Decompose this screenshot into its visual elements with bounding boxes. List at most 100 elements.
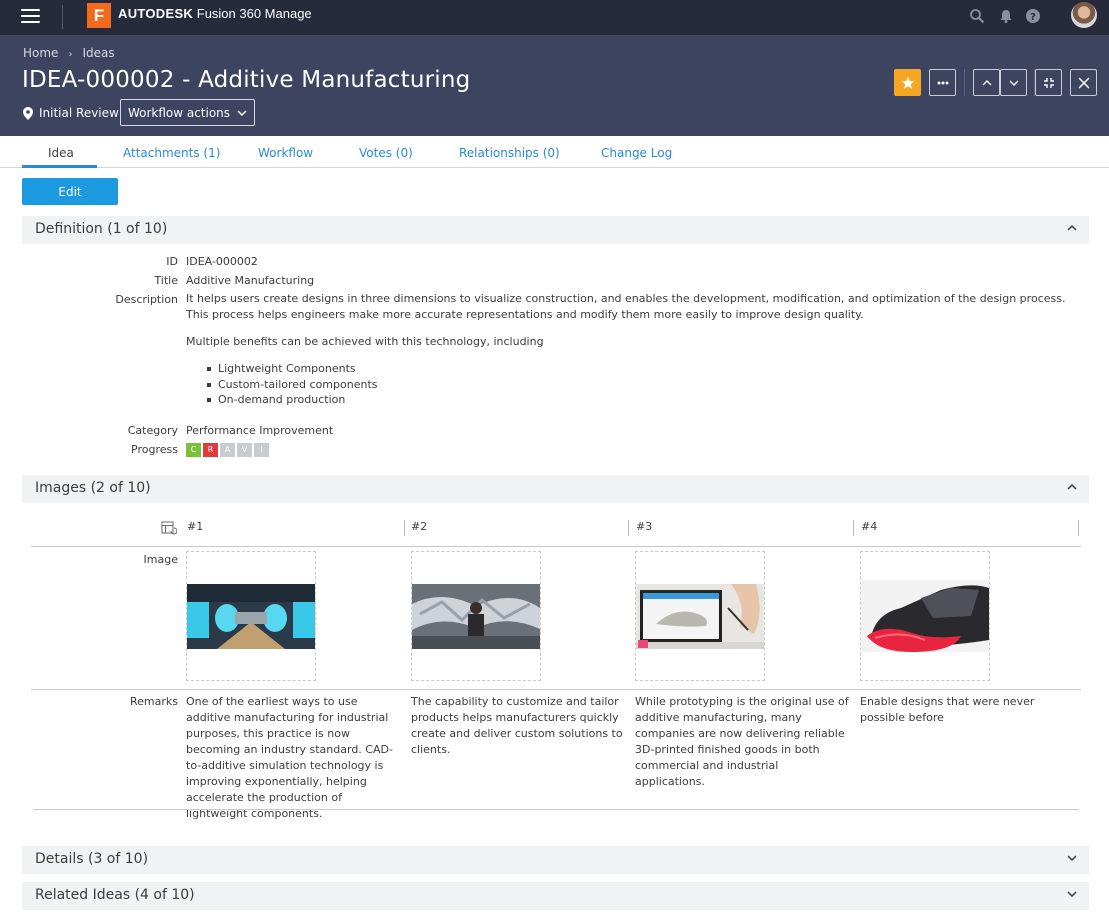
- list-item: On-demand production: [206, 392, 1066, 408]
- description-paragraph: It helps users create designs in three d…: [186, 292, 1066, 321]
- row-divider: [31, 689, 1081, 690]
- section-title: Details (3 of 10): [35, 851, 149, 867]
- next-record-button[interactable]: [1000, 69, 1027, 96]
- svg-text:?: ?: [1030, 12, 1036, 23]
- workflow-state: Initial Review: [23, 106, 119, 120]
- section-definition[interactable]: Definition (1 of 10): [22, 216, 1089, 244]
- section-images[interactable]: Images (2 of 10): [22, 475, 1089, 503]
- section-related-ideas[interactable]: Related Ideas (4 of 10): [22, 882, 1089, 910]
- previous-record-button[interactable]: [973, 69, 1000, 96]
- column-divider: [404, 520, 405, 536]
- collapse-view-button[interactable]: [1035, 69, 1062, 96]
- image-remark: Enable designs that were never possible …: [860, 695, 1035, 724]
- chevron-down-icon: [237, 109, 247, 116]
- tab-relationships[interactable]: Relationships (0): [459, 146, 560, 160]
- image-remark: The capability to customize and tailor p…: [411, 695, 623, 756]
- image-remark: While prototyping is the original use of…: [635, 695, 849, 788]
- product-image: [412, 584, 540, 649]
- column-divider: [628, 520, 629, 536]
- image-remark: One of the earliest ways to use additive…: [186, 695, 393, 820]
- favorite-button[interactable]: [894, 69, 921, 96]
- app-logo[interactable]: F: [87, 3, 111, 28]
- tab-workflow[interactable]: Workflow: [258, 146, 313, 160]
- field-value-category: Performance Improvement: [186, 424, 334, 437]
- row-label-image: Image: [143, 553, 178, 566]
- chevron-right-icon: ›: [68, 49, 73, 60]
- description-paragraph: Multiple benefits can be achieved with t…: [186, 335, 544, 348]
- column-header: #4: [861, 520, 878, 533]
- product-image: [861, 580, 989, 652]
- progress-step: V: [237, 443, 252, 457]
- row-divider: [33, 809, 1079, 810]
- column-header: #3: [636, 520, 653, 533]
- progress-step: C: [186, 443, 201, 457]
- divider: [964, 69, 965, 96]
- breadcrumb-home[interactable]: Home: [23, 46, 58, 60]
- more-actions-button[interactable]: [929, 69, 956, 96]
- record-header: Home › Ideas IDEA-000002 - Additive Manufa…: [0, 35, 1109, 136]
- list-item: Custom-tailored components: [206, 377, 1066, 393]
- field-label-category: Category: [127, 424, 178, 437]
- image-thumbnail[interactable]: [860, 551, 990, 681]
- column-divider: [853, 520, 854, 536]
- state-label: Initial Review: [39, 106, 119, 120]
- product-image: [636, 584, 764, 649]
- section-details[interactable]: Details (3 of 10): [22, 846, 1089, 874]
- chevron-up-icon: [982, 79, 991, 85]
- search-icon[interactable]: [969, 8, 985, 24]
- close-icon: [1077, 76, 1090, 89]
- chevron-down-icon[interactable]: [1067, 891, 1077, 897]
- menu-icon[interactable]: [21, 9, 40, 23]
- tab-votes[interactable]: Votes (0): [359, 146, 413, 160]
- app-brand: AUTODESK Fusion 360 Manage: [118, 6, 312, 21]
- column-settings-icon[interactable]: [161, 521, 177, 536]
- progress-step: R: [203, 443, 218, 457]
- breadcrumb: Home › Ideas: [23, 46, 115, 60]
- row-divider: [31, 546, 1081, 547]
- minimize-icon: [1043, 77, 1054, 88]
- chevron-down-icon: [1009, 80, 1018, 86]
- bell-icon[interactable]: [998, 8, 1014, 24]
- field-label-description: Description: [115, 293, 178, 306]
- section-title: Images (2 of 10): [35, 480, 151, 496]
- field-value-description: It helps users create designs in three d…: [186, 291, 1066, 408]
- progress-step: A: [220, 443, 235, 457]
- tab-attachments[interactable]: Attachments (1): [123, 146, 220, 160]
- breadcrumb-ideas[interactable]: Ideas: [82, 46, 114, 60]
- location-pin-icon: [23, 106, 33, 120]
- column-divider: [1078, 520, 1079, 536]
- field-value-id: IDEA-000002: [186, 255, 258, 268]
- field-label-id: ID: [166, 255, 178, 268]
- field-label-progress: Progress: [131, 443, 178, 456]
- image-thumbnail[interactable]: [411, 551, 541, 681]
- chevron-down-icon[interactable]: [1067, 855, 1077, 861]
- row-label-remarks: Remarks: [130, 695, 178, 708]
- product-image: [187, 584, 315, 649]
- tab-idea[interactable]: Idea: [48, 146, 74, 160]
- active-tab-indicator: [22, 165, 97, 168]
- workflow-actions-button[interactable]: Workflow actions: [120, 99, 255, 126]
- field-value-title: Additive Manufacturing: [186, 274, 315, 287]
- ellipsis-icon: [937, 81, 948, 84]
- progress-indicator: C R A V I: [186, 443, 269, 457]
- user-avatar[interactable]: [1071, 2, 1097, 28]
- edit-button[interactable]: Edit: [22, 178, 118, 205]
- star-icon: [901, 76, 914, 89]
- image-thumbnail[interactable]: [186, 551, 316, 681]
- top-bar: F AUTODESK Fusion 360 Manage ?: [0, 0, 1109, 35]
- help-icon[interactable]: ?: [1025, 8, 1041, 24]
- chevron-up-icon[interactable]: [1067, 225, 1077, 231]
- progress-step: I: [254, 443, 269, 457]
- column-header: #1: [187, 520, 204, 533]
- close-button[interactable]: [1070, 69, 1097, 96]
- section-title: Definition (1 of 10): [35, 221, 168, 237]
- chevron-up-icon[interactable]: [1067, 484, 1077, 490]
- record-tabs: Idea Attachments (1) Workflow Votes (0) …: [0, 136, 1109, 168]
- workflow-actions-label: Workflow actions: [127, 105, 231, 120]
- section-title: Related Ideas (4 of 10): [35, 887, 195, 903]
- column-header: #2: [411, 520, 428, 533]
- image-thumbnail[interactable]: [635, 551, 765, 681]
- benefits-list: Lightweight Components Custom-tailored c…: [206, 361, 1066, 408]
- divider: [62, 5, 63, 29]
- tab-change-log[interactable]: Change Log: [601, 146, 672, 160]
